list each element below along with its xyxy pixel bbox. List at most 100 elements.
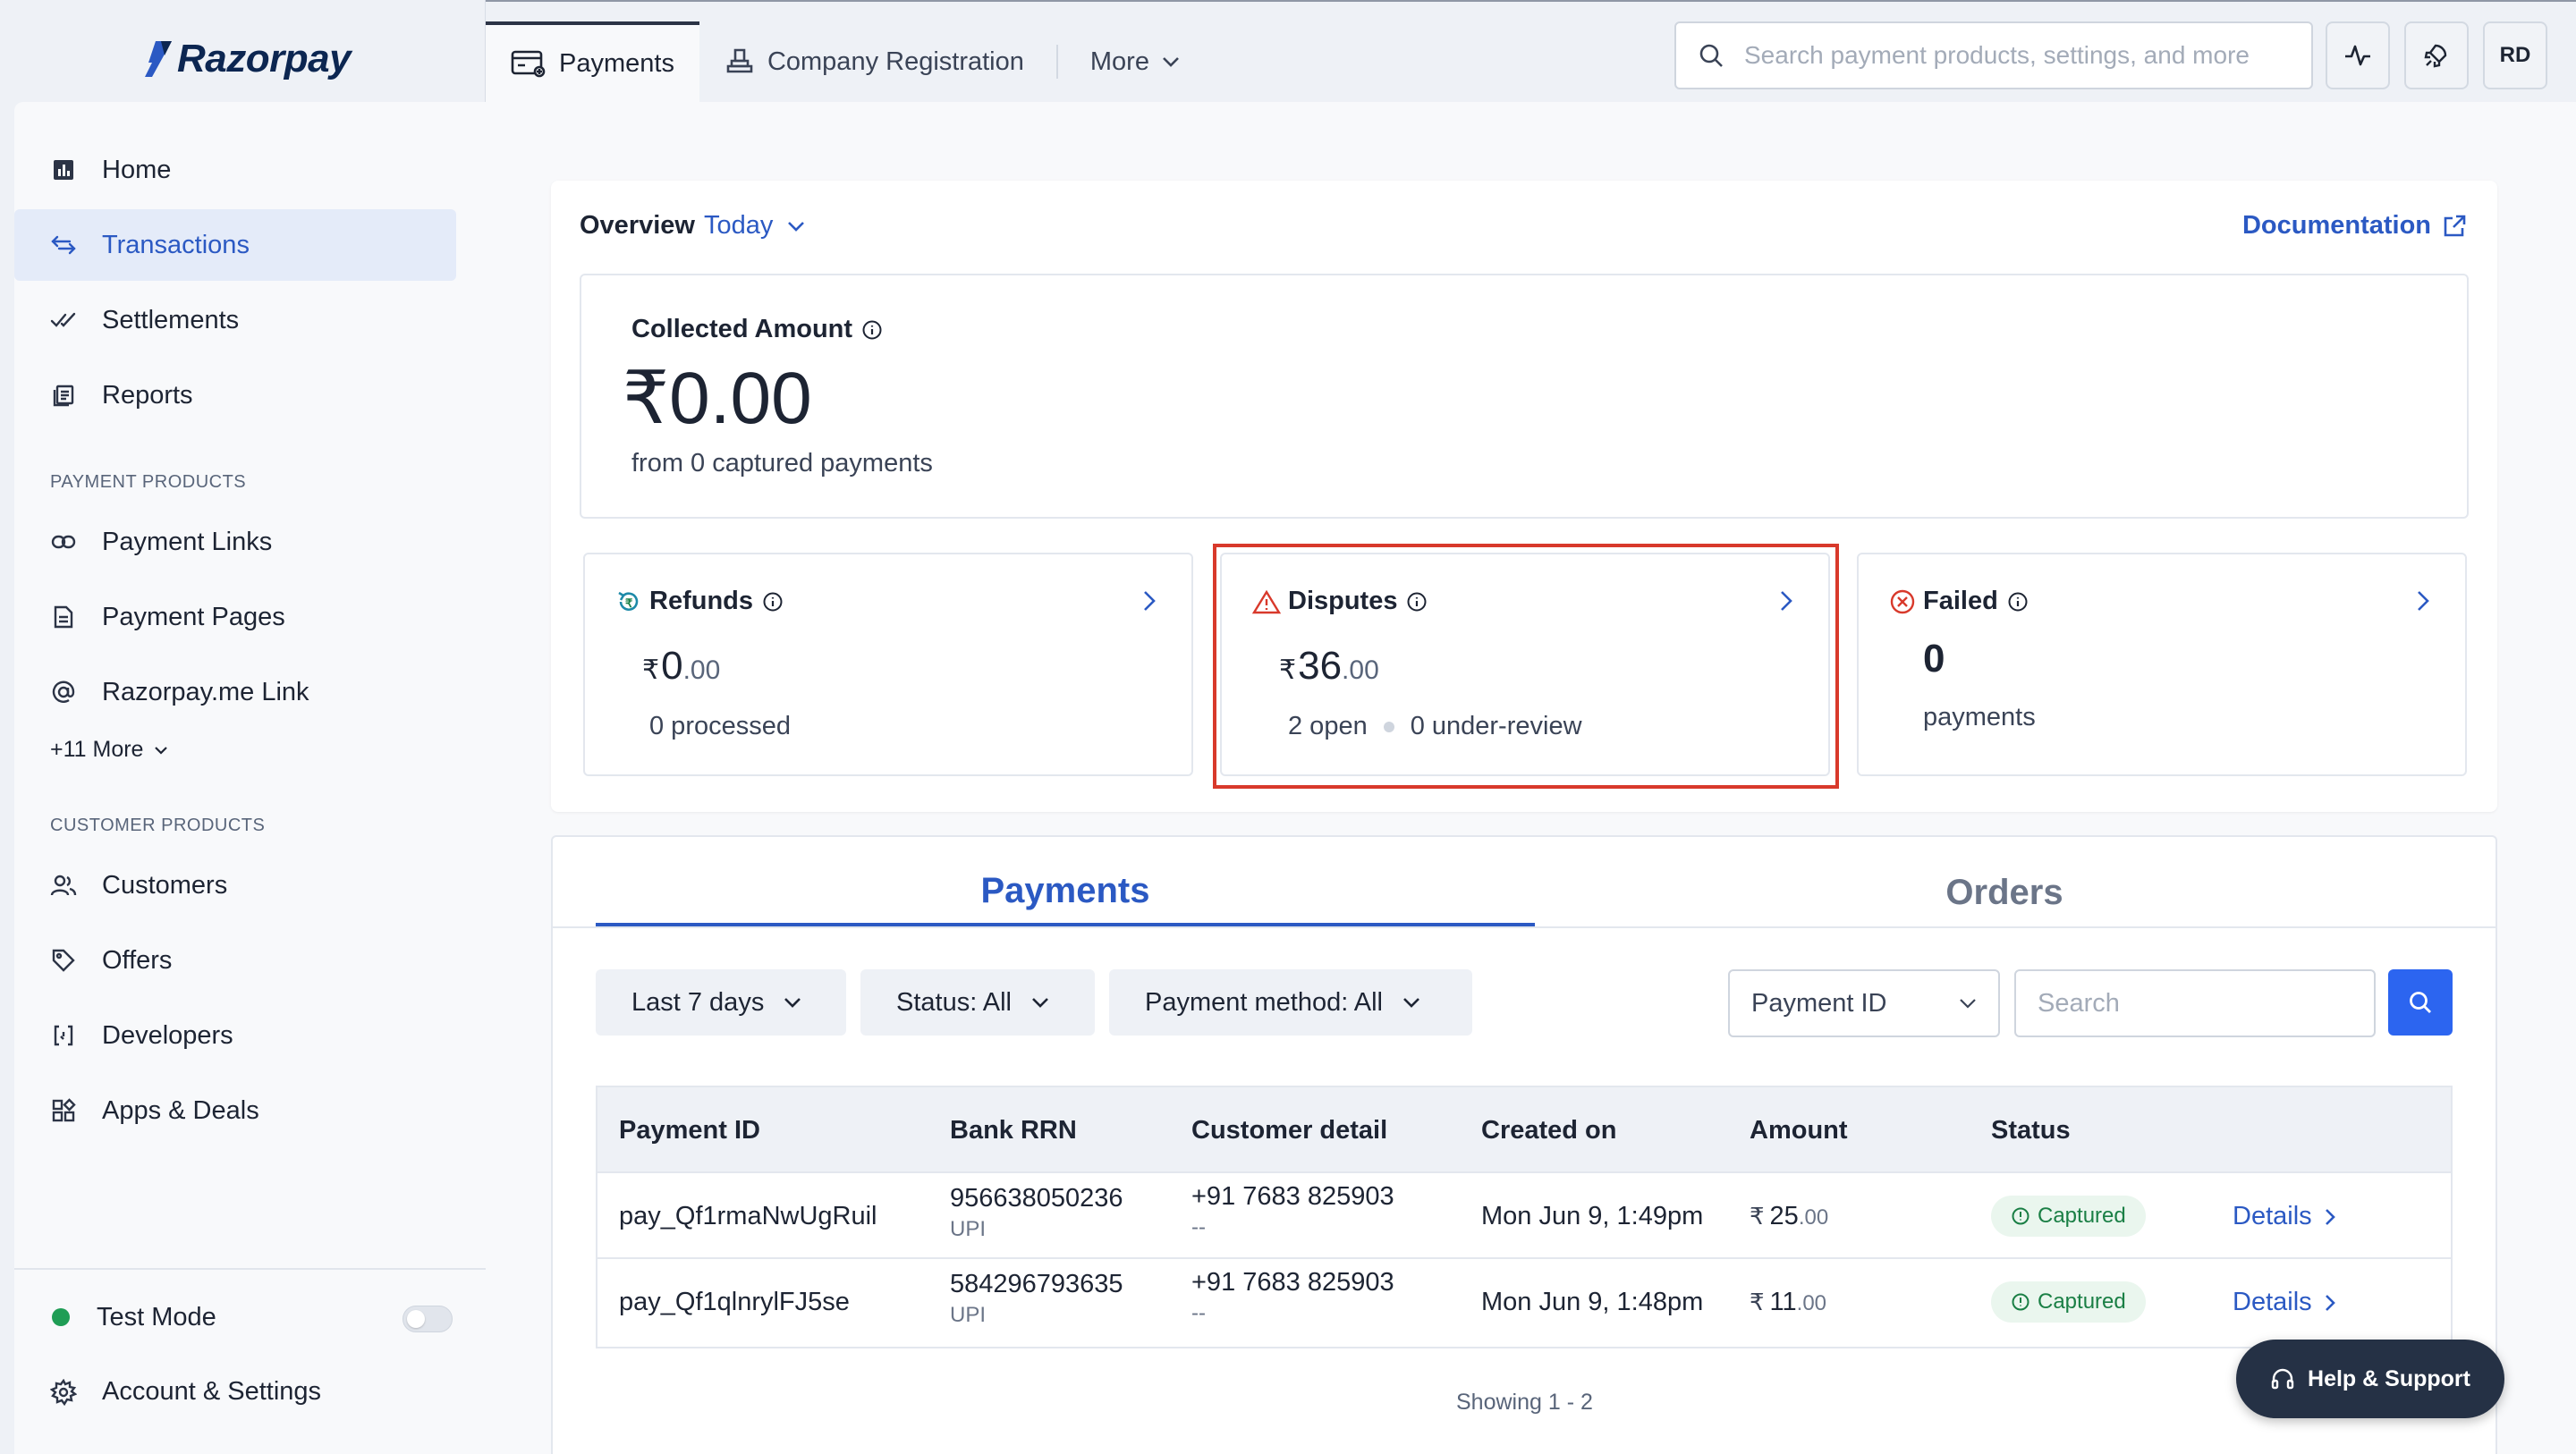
- sidebar-divider: [14, 1268, 486, 1270]
- section-label-customer-products: CUSTOMER PRODUCTS: [50, 816, 266, 835]
- at-icon: [50, 679, 77, 706]
- payment-method-filter[interactable]: Payment method: All: [1109, 969, 1472, 1036]
- highlight-box: [1213, 544, 1839, 789]
- more-products-link[interactable]: +11 More: [50, 737, 168, 763]
- amount-decimal: .00: [1798, 1205, 1829, 1230]
- global-search-input[interactable]: Search payment products, settings, and m…: [1674, 21, 2313, 89]
- created-on-cell: Mon Jun 9, 1:48pm: [1481, 1288, 1704, 1316]
- tab-label: Orders: [1945, 872, 2063, 912]
- razorpay-logo[interactable]: Razorpay: [143, 32, 352, 86]
- refunds-card[interactable]: ₹ Refunds ₹ 0 .00 0 processed: [583, 553, 1193, 776]
- sidebar-item-home[interactable]: Home: [14, 134, 456, 206]
- amount-cell: ₹25.00: [1750, 1202, 1828, 1231]
- chevron-right-icon[interactable]: [2417, 590, 2429, 612]
- currency-symbol: ₹: [1750, 1289, 1765, 1315]
- documentation-label: Documentation: [2241, 211, 2431, 240]
- sidebar-item-transactions[interactable]: Transactions: [14, 209, 456, 281]
- payments-search-input[interactable]: Search: [2014, 969, 2376, 1037]
- error-circle-icon: [1889, 588, 1916, 615]
- sidebar-item-payment-pages[interactable]: Payment Pages: [14, 581, 456, 653]
- sidebar-item-label: Razorpay.me Link: [102, 677, 309, 706]
- sidebar-item-label: Payment Pages: [102, 602, 285, 631]
- search-icon: [2410, 992, 2431, 1013]
- status-label: Captured: [2038, 1289, 2126, 1314]
- payment-id-cell: pay_Qf1qlnrylFJ5se: [619, 1288, 850, 1316]
- pagination-info: Showing 1 - 2: [1456, 1390, 1593, 1415]
- activity-button[interactable]: [2326, 21, 2390, 89]
- reports-icon: [50, 382, 77, 409]
- info-icon[interactable]: [762, 591, 784, 613]
- amount-whole: 11: [1769, 1288, 1797, 1316]
- sidebar-item-label: Home: [102, 155, 172, 184]
- sidebar-item-label: Reports: [102, 380, 193, 410]
- search-button[interactable]: [2388, 969, 2453, 1036]
- test-mode-row: Test Mode: [50, 1295, 453, 1340]
- amount-decimal: .00: [682, 655, 721, 685]
- chevron-down-icon: [788, 221, 805, 232]
- external-link-icon: [2444, 215, 2466, 236]
- refunds-amount: ₹ 0 .00: [642, 644, 720, 689]
- column-header-payment-id: Payment ID: [619, 1116, 760, 1145]
- sidebar-item-payment-links[interactable]: Payment Links: [14, 506, 456, 578]
- search-field-select[interactable]: Payment ID: [1728, 969, 2000, 1037]
- overview-title: Overview: [580, 211, 695, 240]
- search-icon: [1698, 42, 1724, 69]
- documentation-link[interactable]: Documentation: [2242, 211, 2467, 241]
- column-header-status: Status: [1991, 1116, 2071, 1145]
- table-row[interactable]: pay_Qf1qlnrylFJ5se 584296793635 UPI +91 7…: [597, 1259, 2451, 1345]
- collected-amount-header: Collected Amount: [631, 315, 883, 344]
- test-mode-toggle[interactable]: [402, 1306, 453, 1332]
- announcements-button[interactable]: [2404, 21, 2469, 89]
- sidebar-item-razorpay-me[interactable]: Razorpay.me Link: [14, 656, 456, 728]
- more-products-label: +11 More: [50, 737, 144, 762]
- info-icon[interactable]: [2007, 591, 2029, 613]
- payments-icon: [511, 49, 547, 78]
- period-dropdown[interactable]: Today: [704, 211, 805, 241]
- created-on-cell: Mon Jun 9, 1:49pm: [1481, 1202, 1704, 1230]
- refunds-label: Refunds: [649, 587, 753, 615]
- sidebar-item-customers[interactable]: Customers: [14, 850, 456, 921]
- tab-company-registration[interactable]: Company Registration: [699, 21, 1049, 102]
- refund-icon: ₹: [615, 588, 642, 615]
- user-avatar[interactable]: RD: [2483, 21, 2547, 89]
- account-settings-link[interactable]: Account & Settings: [50, 1377, 321, 1407]
- date-range-filter[interactable]: Last 7 days: [596, 969, 846, 1036]
- payment-id-cell: pay_Qf1rmaNwUgRuil: [619, 1202, 877, 1230]
- help-support-button[interactable]: Help & Support: [2236, 1340, 2504, 1418]
- customer-detail-cell: +91 7683 825903 --: [1191, 1268, 1394, 1326]
- sidebar-item-apps-deals[interactable]: Apps & Deals: [14, 1075, 456, 1146]
- currency-symbol: ₹: [1750, 1203, 1765, 1230]
- sidebar-item-settlements[interactable]: Settlements: [14, 284, 456, 356]
- tab-orders-list[interactable]: Orders: [1535, 858, 2474, 926]
- refunds-processed-text: 0 processed: [649, 712, 791, 740]
- table-row[interactable]: pay_Qf1rmaNwUgRuil 956638050236 UPI +91 7…: [597, 1173, 2451, 1259]
- logo-text: Razorpay: [177, 37, 352, 80]
- sidebar-item-label: Apps & Deals: [102, 1095, 259, 1125]
- double-check-icon: [50, 307, 77, 334]
- arrows-exchange-icon: [50, 232, 77, 258]
- info-icon[interactable]: [861, 319, 883, 341]
- rocket-icon: [2424, 44, 2447, 68]
- test-mode-status-dot: [52, 1308, 70, 1326]
- bar-chart-icon: [50, 156, 77, 183]
- sidebar-item-label: Developers: [102, 1020, 233, 1050]
- sidebar-item-label: Customers: [102, 870, 228, 900]
- page-icon: [50, 604, 77, 630]
- details-link[interactable]: Details: [2233, 1288, 2335, 1317]
- sidebar-item-label: Transactions: [102, 230, 250, 259]
- column-header-created-on: Created on: [1481, 1116, 1617, 1145]
- tab-label: Company Registration: [767, 46, 1024, 76]
- details-link[interactable]: Details: [2233, 1202, 2335, 1231]
- svg-text:₹: ₹: [625, 596, 633, 610]
- tab-payments-list[interactable]: Payments: [596, 858, 1535, 926]
- razorpay-logo-icon: [145, 41, 172, 77]
- status-filter[interactable]: Status: All: [860, 969, 1095, 1036]
- search-field-value: Payment ID: [1751, 988, 1887, 1018]
- tab-more[interactable]: More: [1065, 21, 1205, 102]
- tab-payments[interactable]: Payments: [486, 21, 699, 102]
- failed-card[interactable]: Failed 0 payments: [1857, 553, 2467, 776]
- sidebar-item-reports[interactable]: Reports: [14, 359, 456, 431]
- chevron-right-icon[interactable]: [1143, 590, 1156, 612]
- sidebar-item-developers[interactable]: Developers: [14, 1000, 456, 1071]
- sidebar-item-offers[interactable]: Offers: [14, 925, 456, 996]
